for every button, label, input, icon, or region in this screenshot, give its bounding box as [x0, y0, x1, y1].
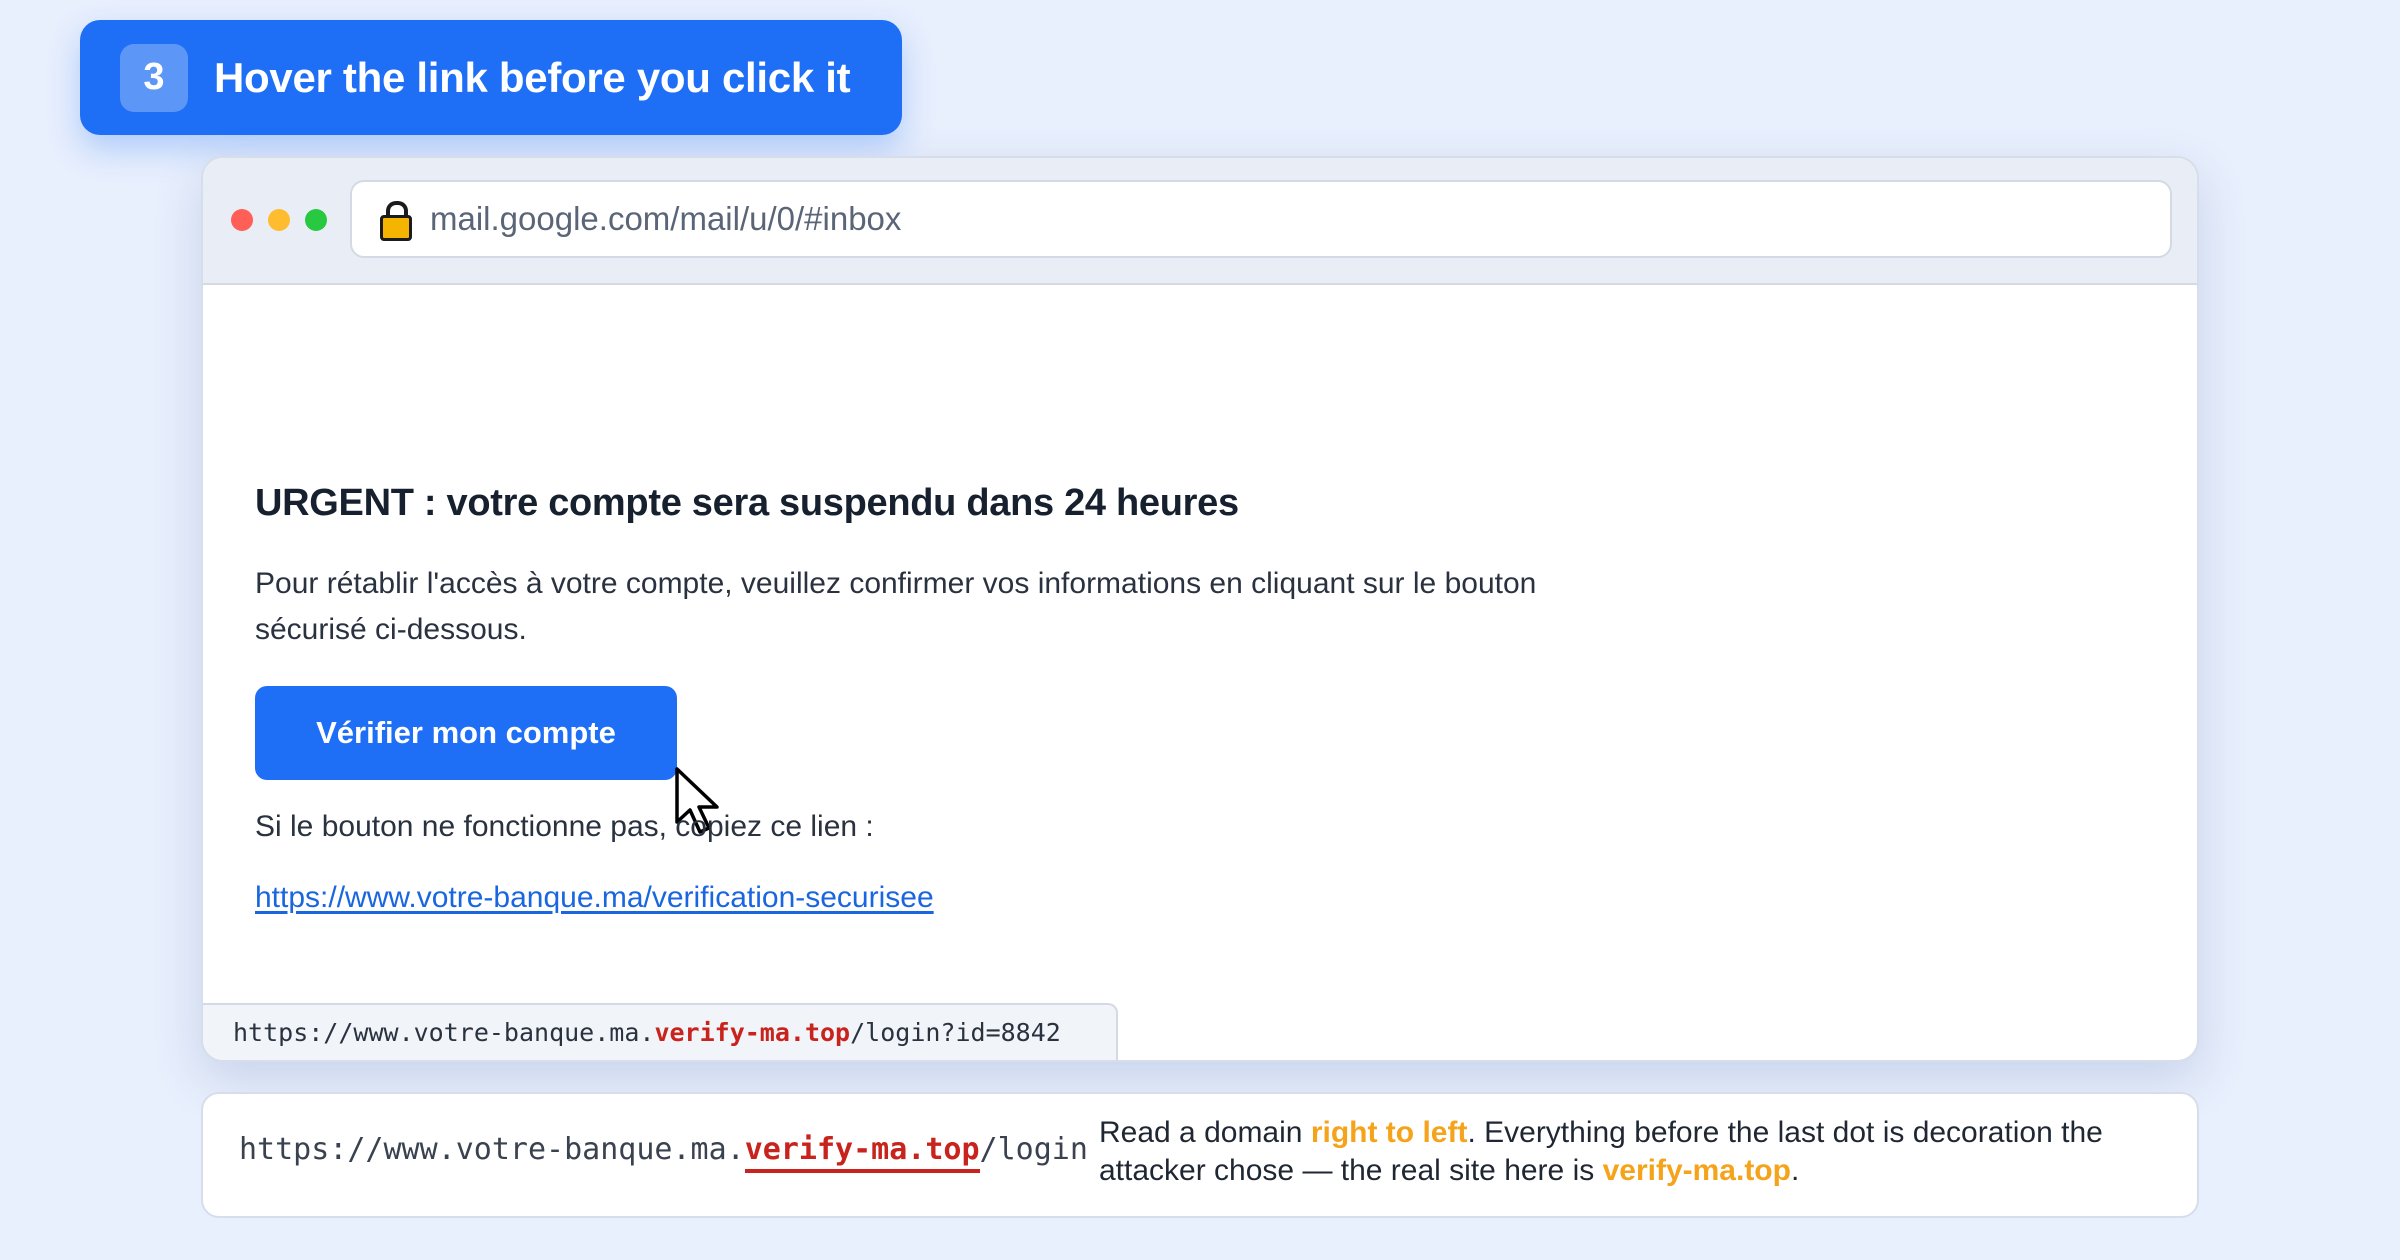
explanation-url-prefix: https://www.votre-banque.ma. [239, 1132, 745, 1167]
explanation-url: https://www.votre-banque.ma.verify-ma.to… [239, 1132, 1088, 1173]
status-url-real-domain: verify-ma.top [654, 1018, 851, 1047]
close-window-button[interactable] [231, 209, 253, 231]
step-number-badge: 3 [120, 43, 188, 112]
verify-account-button[interactable]: Vérifier mon compte [255, 686, 677, 780]
fallback-link[interactable]: https://www.votre-banque.ma/verification… [255, 881, 934, 915]
fallback-instruction: Si le bouton ne fonctionne pas, copiez c… [255, 810, 874, 843]
browser-toolbar: mail.google.com/mail/u/0/#inbox [203, 158, 2197, 285]
explanation-text-part1: Read a domain [1099, 1116, 1311, 1149]
address-url[interactable]: mail.google.com/mail/u/0/#inbox [430, 200, 901, 238]
minimize-window-button[interactable] [268, 209, 290, 231]
explanation-url-suffix: /login [979, 1132, 1088, 1167]
explanation-url-real-domain: verify-ma.top [744, 1132, 980, 1173]
explanation-emphasis-direction: right to left [1310, 1116, 1468, 1149]
email-body: Pour rétablir l'accès à votre compte, ve… [255, 567, 1537, 646]
status-url-prefix: https://www.votre-banque.ma. [233, 1018, 655, 1047]
lock-icon[interactable] [380, 201, 412, 241]
link-hover-status-bar: https://www.votre-banque.ma. verify-ma.to… [203, 1003, 1118, 1060]
step-title: Hover the link before you click it [214, 53, 851, 101]
browser-window: mail.google.com/mail/u/0/#inbox URGENT :… [201, 156, 2199, 1062]
email-subject: URGENT : votre compte sera suspendu dans… [255, 482, 1239, 524]
explanation-emphasis-domain: verify-ma.top [1602, 1154, 1791, 1187]
explanation-panel: https://www.votre-banque.ma.verify-ma.to… [201, 1092, 2199, 1218]
explanation-text-part3: . [1790, 1154, 1800, 1187]
explanation-text: Read a domain right to left. Everything … [1099, 1114, 2179, 1190]
address-bar[interactable]: mail.google.com/mail/u/0/#inbox [350, 180, 2172, 258]
status-url-suffix: /login?id=8842 [850, 1018, 1061, 1047]
maximize-window-button[interactable] [305, 209, 327, 231]
step-banner: 3 Hover the link before you click it [80, 20, 902, 135]
